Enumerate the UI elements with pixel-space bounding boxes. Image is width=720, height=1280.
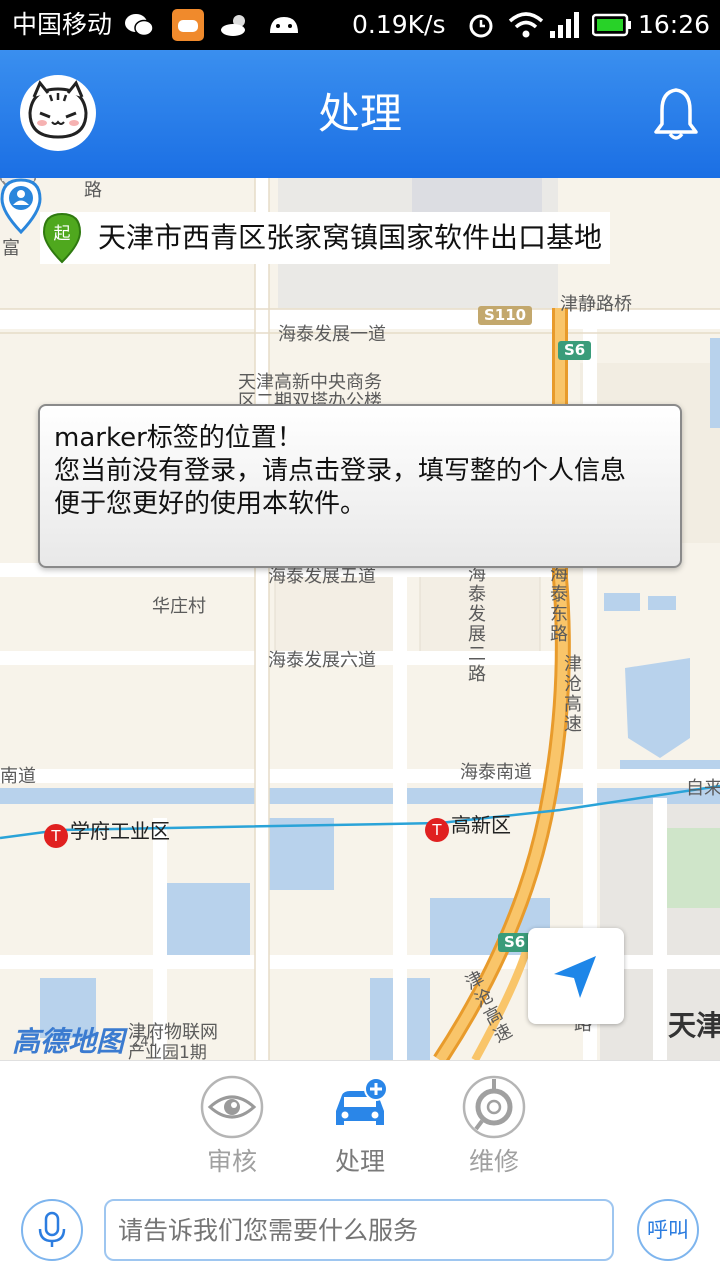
place-label: 自来: [686, 778, 720, 799]
service-request-input[interactable]: [104, 1199, 614, 1261]
tab-label: 维修: [468, 1147, 519, 1176]
weather-icon: [221, 15, 245, 36]
road-number-badge: S6: [498, 933, 532, 952]
map-view[interactable]: 路 富 津静路桥 海泰发展一道 天津高新中央商务 区二期双塔办公楼 华庄村 海泰…: [0, 178, 720, 1060]
android-icon: [270, 17, 298, 33]
road-number-badge: S110: [478, 306, 533, 325]
car-add-icon: [336, 1077, 388, 1125]
call-button[interactable]: 呼叫: [637, 1199, 699, 1261]
metro-station-name: 学府工业区: [70, 819, 170, 843]
city-label: 天津: [668, 1009, 720, 1042]
tab-review[interactable]: 审核: [182, 1075, 282, 1191]
start-address: 天津市西青区张家窝镇国家软件出口基地: [98, 221, 603, 254]
road-label: 津静路桥: [560, 294, 632, 315]
road-label: 南道: [0, 766, 36, 787]
locate-me-button[interactable]: [528, 928, 624, 1024]
road-label: 海泰东路: [547, 564, 568, 644]
repair-icon: [462, 1075, 526, 1139]
page-title: 处理: [317, 89, 402, 138]
marker-info-bubble[interactable]: marker标签的位置！ 您当前没有登录，请点击登录，填写整的个人信息 便于您更…: [38, 404, 682, 568]
village-label: 华庄村: [152, 596, 206, 617]
road-label: 津沧高速: [561, 654, 582, 734]
app-header: 处理: [0, 50, 720, 178]
tab-repair[interactable]: 维修: [444, 1075, 544, 1191]
bottom-tabs: 审核 处理 维修: [0, 1060, 720, 1190]
location-marker-icon[interactable]: [0, 178, 42, 234]
start-label: 起: [54, 224, 71, 244]
bubble-line: marker标签的位置！: [54, 423, 303, 453]
metro-icon: T: [425, 818, 449, 842]
status-bar: 中国移动 0.19K/s 16:26: [0, 0, 720, 50]
alarm-icon: [469, 14, 493, 38]
voice-input-button[interactable]: [21, 1199, 83, 1261]
battery-icon: [592, 13, 631, 37]
wechat-icon: [125, 14, 154, 37]
metro-station-xuefu[interactable]: T 学府工业区: [44, 818, 170, 848]
bell-icon[interactable]: [652, 86, 700, 142]
navigation-arrow-icon: [554, 956, 596, 998]
road-number-label: 241: [132, 1035, 157, 1050]
wifi-icon: [508, 12, 544, 38]
eye-icon: [200, 1075, 264, 1139]
game-icon: [172, 9, 204, 41]
road-label: 海泰发展一道: [278, 324, 386, 345]
metro-station-gaoxin[interactable]: T 高新区: [425, 812, 511, 842]
start-location-banner[interactable]: 起 天津市西青区张家窝镇国家软件出口基地: [40, 212, 611, 264]
road-label: 海泰南道: [460, 762, 532, 783]
signal-icon: [550, 12, 579, 38]
clock: 16:26: [638, 10, 711, 39]
bubble-line: 您当前没有登录，请点击登录，填写整的个人信息: [54, 456, 627, 486]
bubble-line: 便于您更好的使用本软件。: [54, 489, 367, 519]
road-label: 海泰发展五道: [268, 566, 376, 587]
service-input-bar: 呼叫: [0, 1190, 720, 1280]
road-label: 路: [84, 180, 102, 201]
road-number-badge: S6: [558, 341, 592, 360]
tab-label: 处理: [334, 1147, 385, 1176]
tab-process[interactable]: 处理: [310, 1075, 410, 1191]
road-label: 海泰发展二路: [465, 564, 486, 684]
microphone-icon: [38, 1211, 66, 1247]
tab-label: 审核: [206, 1147, 257, 1176]
place-label: 富: [2, 238, 20, 259]
metro-station-name: 高新区: [451, 813, 511, 837]
carrier-label: 中国移动: [12, 10, 113, 39]
map-provider-logo: 高德地图: [12, 1025, 125, 1058]
start-pin-icon: 起: [42, 212, 82, 264]
net-speed: 0.19K/s: [352, 10, 446, 39]
metro-icon: T: [44, 824, 68, 848]
road-label: 海泰发展六道: [268, 650, 376, 671]
